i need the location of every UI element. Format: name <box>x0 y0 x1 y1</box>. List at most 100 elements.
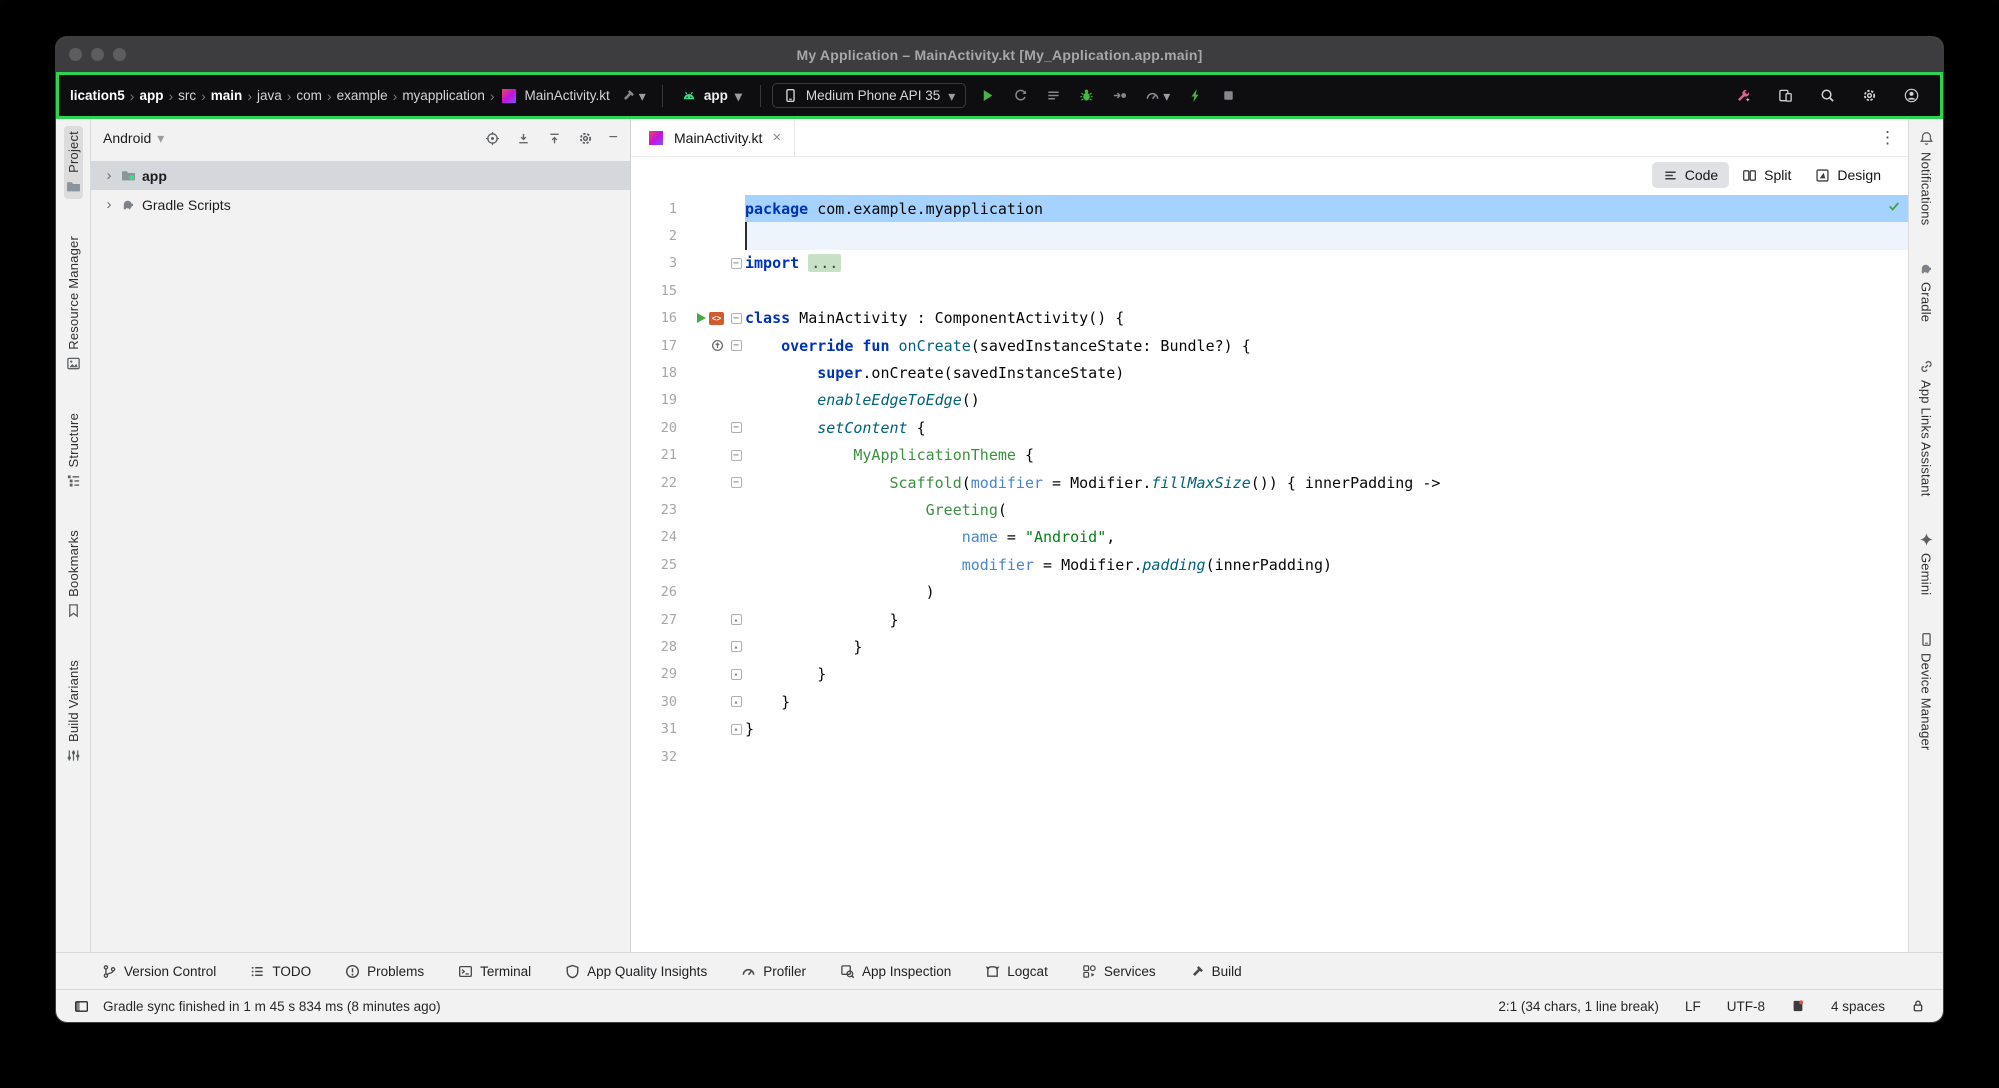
running-devices-button[interactable] <box>1773 84 1798 107</box>
bottom-tool-app-quality-insights[interactable]: App Quality Insights <box>565 964 707 979</box>
encoding-widget[interactable]: UTF-8 <box>1727 999 1765 1014</box>
tree-node-gradle-scripts[interactable]: ›Gradle Scripts <box>91 190 630 219</box>
view-toggle-code[interactable]: Code <box>1652 162 1729 188</box>
fold-marker[interactable]: ▴ <box>727 669 745 680</box>
bottom-tool-build[interactable]: Build <box>1190 964 1242 979</box>
editor-tab[interactable]: MainActivity.kt × <box>631 119 795 156</box>
apply-code-changes-button[interactable] <box>1041 84 1066 107</box>
fold-marker[interactable]: − <box>727 340 745 351</box>
fold-marker[interactable]: ▴ <box>727 696 745 707</box>
code-line[interactable]: 3−import ... <box>631 250 1908 277</box>
code-line[interactable]: 29▴ } <box>631 661 1908 688</box>
bottom-tool-logcat[interactable]: Logcat <box>985 964 1048 979</box>
breadcrumb-file[interactable]: MainActivity.kt <box>522 88 613 103</box>
line-ending-widget[interactable]: LF <box>1685 999 1701 1014</box>
collapse-icon[interactable] <box>516 131 531 146</box>
fold-marker[interactable]: − <box>727 313 745 324</box>
code-line[interactable]: 1package com.example.myapplication <box>631 195 1908 222</box>
breadcrumb-item[interactable]: main <box>208 88 246 103</box>
tool-stripe-build-variants[interactable]: Build Variants <box>64 655 83 768</box>
code-line[interactable]: 19 enableEdgeToEdge() <box>631 387 1908 414</box>
fold-marker[interactable]: ▴ <box>727 724 745 735</box>
expand-chevron-icon[interactable]: › <box>103 196 115 213</box>
code-line[interactable]: 30▴ } <box>631 688 1908 715</box>
breadcrumb-item[interactable]: com <box>293 88 325 103</box>
profiler-button[interactable]: ▾ <box>1140 84 1175 107</box>
code-line[interactable]: 23 Greeting( <box>631 496 1908 523</box>
bottom-tool-services[interactable]: Services <box>1082 964 1156 979</box>
breadcrumb-item[interactable]: src <box>175 88 199 103</box>
tool-stripe-device-manager[interactable]: Device Manager <box>1917 627 1936 755</box>
run-button[interactable] <box>975 84 1000 107</box>
code-line[interactable]: 28▴ } <box>631 633 1908 660</box>
tool-stripe-bookmarks[interactable]: Bookmarks <box>64 525 83 623</box>
code-line[interactable]: 20− setContent { <box>631 414 1908 441</box>
bottom-tool-terminal[interactable]: Terminal <box>458 964 531 979</box>
event-log-icon[interactable] <box>1791 999 1805 1013</box>
fold-marker[interactable]: ▴ <box>727 614 745 625</box>
tool-window-panel-icon[interactable] <box>74 999 89 1014</box>
tab-options-icon[interactable]: ⋮ <box>1879 128 1896 148</box>
view-toggle-design[interactable]: Design <box>1804 162 1892 188</box>
attach-debugger-button[interactable] <box>1107 84 1132 107</box>
settings-button[interactable] <box>1857 84 1882 107</box>
tool-stripe-gradle[interactable]: Gradle <box>1917 256 1936 327</box>
close-window-button[interactable] <box>69 48 82 61</box>
breadcrumb-item[interactable]: lication5 <box>67 88 128 103</box>
code-line[interactable]: 16<>−class MainActivity : ComponentActiv… <box>631 305 1908 332</box>
build-menu-button[interactable]: ▾ <box>616 84 651 107</box>
hide-icon[interactable]: − <box>609 130 618 146</box>
target-icon[interactable] <box>485 131 500 146</box>
tool-stripe-notifications[interactable]: Notifications <box>1917 126 1936 230</box>
inspections-passed-icon[interactable] <box>1887 199 1901 213</box>
close-tab-icon[interactable]: × <box>772 129 781 146</box>
code-line[interactable]: 25 modifier = Modifier.padding(innerPadd… <box>631 551 1908 578</box>
code-line[interactable]: 32 <box>631 743 1908 770</box>
fold-marker[interactable]: − <box>727 422 745 433</box>
minimize-window-button[interactable] <box>91 48 104 61</box>
bottom-tool-problems[interactable]: Problems <box>345 964 424 979</box>
breadcrumb-item[interactable]: java <box>254 88 285 103</box>
expand-icon[interactable] <box>547 131 562 146</box>
search-everywhere-button[interactable] <box>1815 84 1840 107</box>
tool-stripe-gemini[interactable]: Gemini <box>1917 527 1936 600</box>
chevron-down-icon[interactable]: ▾ <box>157 131 164 145</box>
gear-icon[interactable] <box>578 131 593 146</box>
run-gutter-icon[interactable] <box>697 313 706 323</box>
code-line[interactable]: 24 name = "Android", <box>631 524 1908 551</box>
compose-gutter-icon[interactable]: <> <box>709 312 724 325</box>
override-gutter-icon[interactable] <box>711 339 724 352</box>
stop-button[interactable] <box>1216 84 1241 107</box>
caret-position-widget[interactable]: 2:1 (34 chars, 1 line break) <box>1498 999 1659 1014</box>
tool-stripe-resource-manager[interactable]: Resource Manager <box>64 231 83 376</box>
view-toggle-split[interactable]: Split <box>1731 162 1802 188</box>
profile-account-button[interactable] <box>1899 84 1924 107</box>
apply-changes-button[interactable] <box>1008 84 1033 107</box>
bottom-tool-version-control[interactable]: Version Control <box>102 964 216 979</box>
code-line[interactable]: 18 super.onCreate(savedInstanceState) <box>631 359 1908 386</box>
zoom-window-button[interactable] <box>113 48 126 61</box>
code-line[interactable]: 31▴} <box>631 715 1908 742</box>
fold-marker[interactable]: − <box>727 258 745 269</box>
code-line[interactable]: 27▴ } <box>631 606 1908 633</box>
project-view-selector[interactable]: Android <box>103 130 151 146</box>
code-line[interactable]: 22− Scaffold(modifier = Modifier.fillMax… <box>631 469 1908 496</box>
bottom-tool-app-inspection[interactable]: App Inspection <box>840 964 951 979</box>
fold-marker[interactable]: − <box>727 477 745 488</box>
breadcrumb-item[interactable]: app <box>136 88 166 103</box>
bottom-tool-todo[interactable]: TODO <box>250 964 311 979</box>
code-line[interactable]: 26 ) <box>631 578 1908 605</box>
code-line[interactable]: 17− override fun onCreate(savedInstanceS… <box>631 332 1908 359</box>
indent-widget[interactable]: 4 spaces <box>1831 999 1885 1014</box>
expand-chevron-icon[interactable]: › <box>103 167 115 184</box>
fold-marker[interactable]: − <box>727 450 745 461</box>
breadcrumb-item[interactable]: myapplication <box>399 88 488 103</box>
code-editor[interactable]: 1package com.example.myapplication23−imp… <box>631 193 1908 952</box>
profile-low-overhead-button[interactable] <box>1183 84 1208 107</box>
breadcrumb-item[interactable]: example <box>334 88 391 103</box>
studio-bot-button[interactable] <box>1731 84 1756 107</box>
code-line[interactable]: 21− MyApplicationTheme { <box>631 442 1908 469</box>
fold-marker[interactable]: ▴ <box>727 641 745 652</box>
tool-stripe-project[interactable]: Project <box>64 126 83 199</box>
debug-button[interactable] <box>1074 84 1099 107</box>
